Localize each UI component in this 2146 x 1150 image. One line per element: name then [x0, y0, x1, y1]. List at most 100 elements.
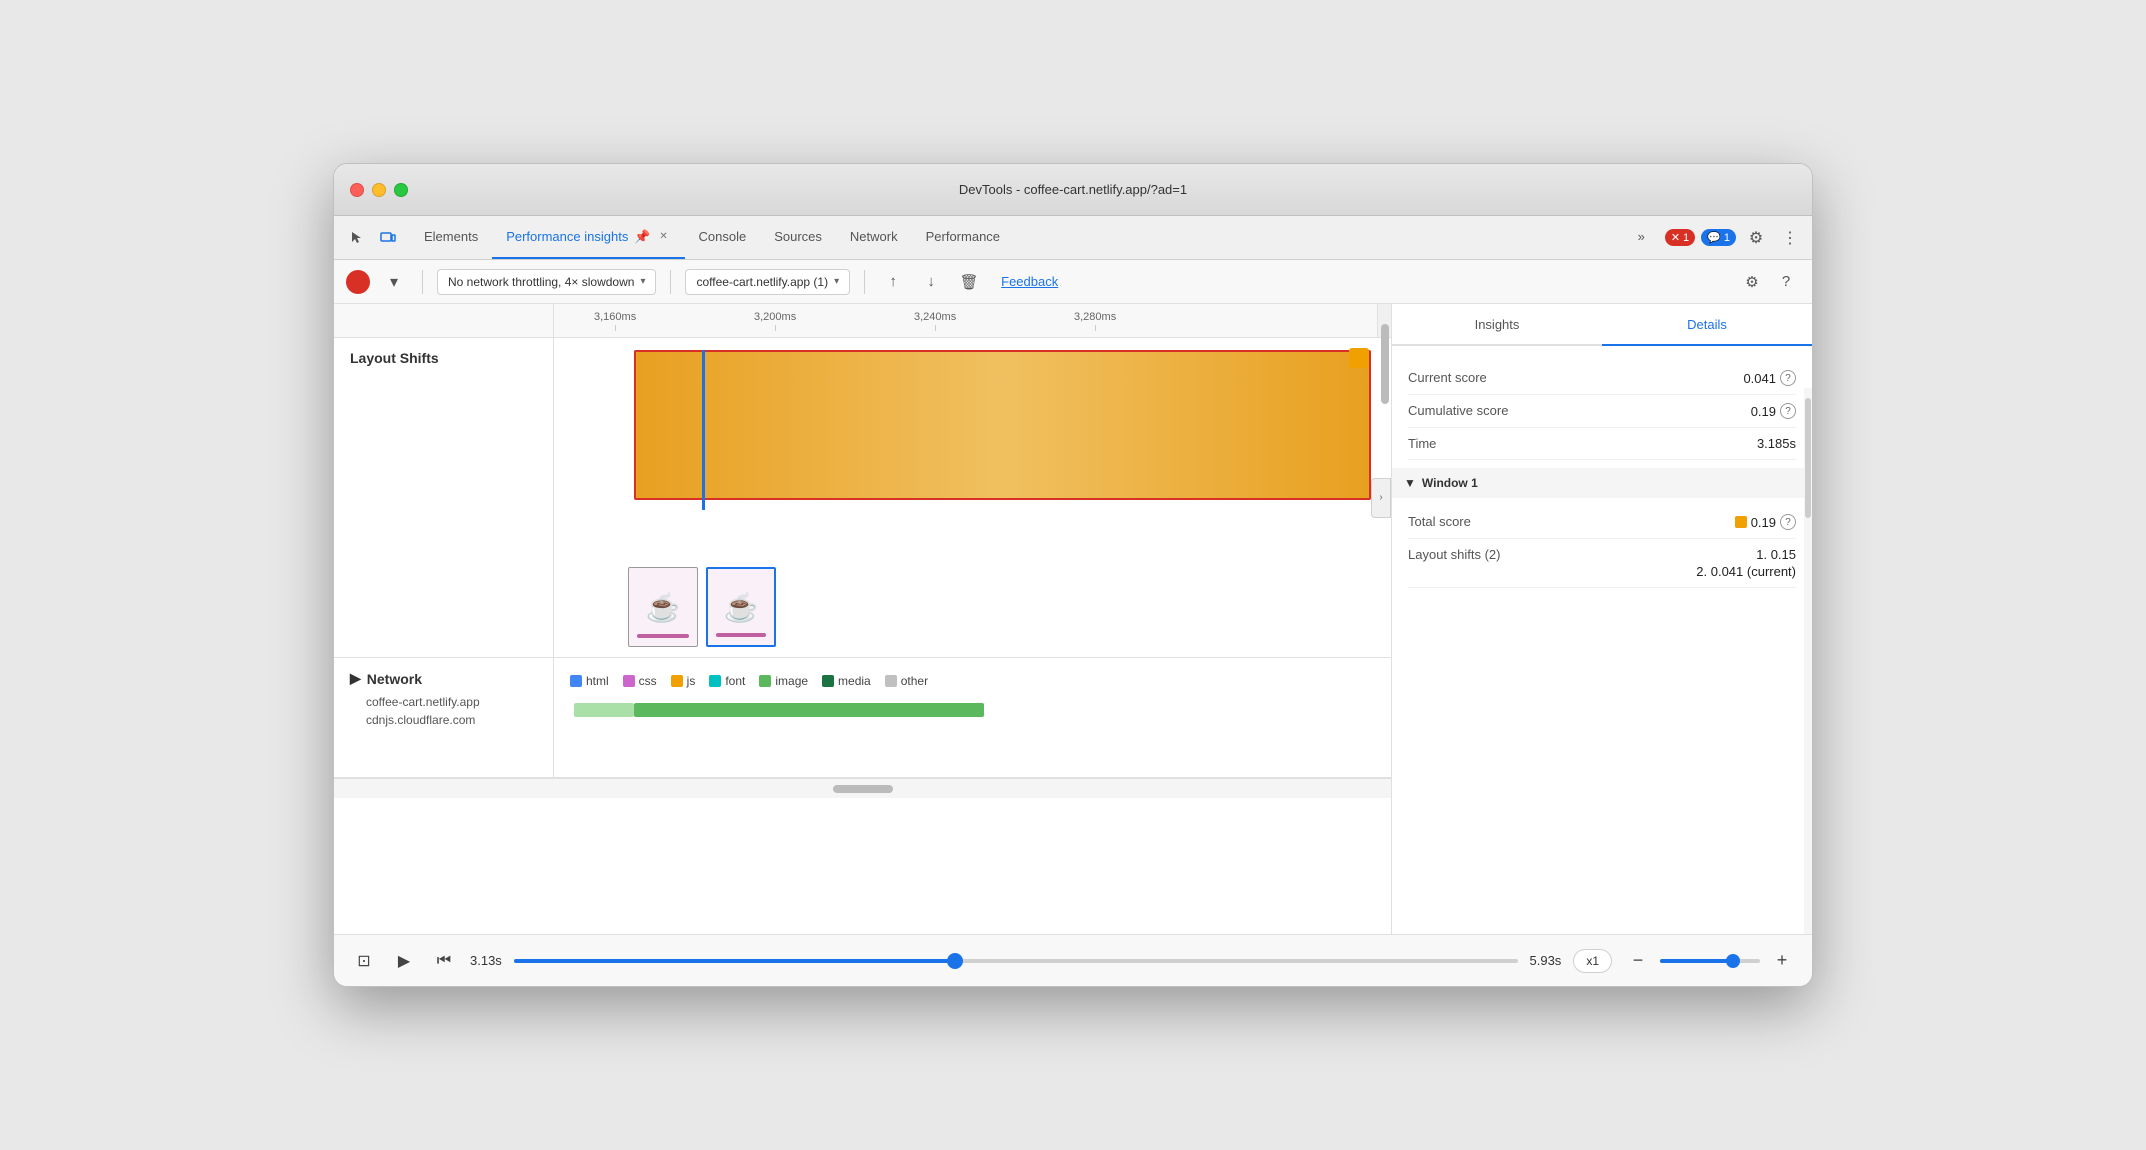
legend-html: html: [570, 674, 609, 688]
tab-network[interactable]: Network: [836, 216, 912, 259]
window-title: DevTools - coffee-cart.netlify.app/?ad=1: [959, 182, 1187, 197]
left-panel: 3,160ms 3,200ms 3,240ms 3,280ms: [334, 304, 1392, 934]
layout-shifts-row: Layout Shifts ☕: [334, 338, 1391, 658]
progress-bar[interactable]: [514, 959, 1518, 963]
right-panel-wrapper: Current score 0.041 ? Cumulative score 0…: [1392, 346, 1812, 934]
timeline-label-col: [334, 304, 554, 337]
cumulative-score-help[interactable]: ?: [1780, 403, 1796, 419]
expand-button[interactable]: ›: [1371, 478, 1391, 518]
total-score-row: Total score 0.19 ?: [1408, 506, 1796, 539]
right-panel-content: Current score 0.041 ? Cumulative score 0…: [1392, 346, 1812, 604]
progress-thumb[interactable]: [947, 953, 963, 969]
net-bar-main: [634, 703, 984, 717]
font-dot: [709, 675, 721, 687]
legend-media: media: [822, 674, 871, 688]
orange-square-icon: [1735, 516, 1747, 528]
layout-shifts-detail-value: 1. 0.15 2. 0.041 (current): [1696, 547, 1796, 579]
html-dot: [570, 675, 582, 687]
devtools-window: DevTools - coffee-cart.netlify.app/?ad=1…: [333, 163, 1813, 987]
separator-1: [422, 270, 423, 294]
url-1[interactable]: coffee-cart.netlify.app: [366, 695, 537, 709]
help-icon[interactable]: ?: [1772, 268, 1800, 296]
errors-badge[interactable]: ✕ 1: [1665, 229, 1695, 246]
more-options-icon[interactable]: ⋮: [1776, 224, 1804, 252]
layout-shifts-label: Layout Shifts: [334, 338, 554, 657]
zoom-in-icon[interactable]: +: [1768, 947, 1796, 975]
download-icon[interactable]: ↓: [917, 268, 945, 296]
right-panel-tabs: Insights Details: [1392, 304, 1812, 346]
thumbnail-2[interactable]: ☕: [706, 567, 776, 647]
vertical-scrollbar[interactable]: [1377, 304, 1391, 337]
network-content: html css js font: [554, 658, 1391, 777]
network-title[interactable]: ▶ Network: [350, 670, 537, 687]
chevron-down-icon-2: ▾: [834, 276, 839, 287]
speed-button[interactable]: x1: [1573, 949, 1612, 973]
toolbar: ▾ No network throttling, 4× slowdown ▾ c…: [334, 260, 1812, 304]
other-dot: [885, 675, 897, 687]
traffic-lights: [350, 183, 408, 197]
layout-shift-box[interactable]: [634, 350, 1371, 500]
current-score-help[interactable]: ?: [1780, 370, 1796, 386]
progress-fill: [514, 959, 956, 963]
time-label: Time: [1408, 436, 1436, 451]
total-score-help[interactable]: ?: [1780, 514, 1796, 530]
tick-1: 3,160ms: [594, 311, 636, 331]
close-tab-icon[interactable]: ✕: [657, 230, 671, 244]
screenshot-icon[interactable]: ⊡: [350, 947, 378, 975]
net-bar-leading: [574, 703, 634, 717]
timeline-header: 3,160ms 3,200ms 3,240ms 3,280ms: [334, 304, 1391, 338]
feedback-link[interactable]: Feedback: [1001, 274, 1058, 289]
url-2[interactable]: cdnjs.cloudflare.com: [366, 713, 537, 727]
upload-icon[interactable]: ↑: [879, 268, 907, 296]
settings-icon[interactable]: ⚙: [1742, 224, 1770, 252]
horizontal-scrollbar[interactable]: [334, 778, 1391, 798]
blue-time-marker: [702, 350, 705, 510]
media-dot: [822, 675, 834, 687]
legend-image: image: [759, 674, 808, 688]
throttling-dropdown[interactable]: No network throttling, 4× slowdown ▾: [437, 269, 656, 295]
device-icon[interactable]: [374, 224, 402, 252]
dropdown-arrow-icon[interactable]: ▾: [380, 268, 408, 296]
zoom-out-icon[interactable]: −: [1624, 947, 1652, 975]
skip-back-icon[interactable]: ⏮: [430, 947, 458, 975]
zoom-thumb[interactable]: [1726, 954, 1740, 968]
delete-icon[interactable]: 🗑: [955, 268, 983, 296]
gear-icon[interactable]: ⚙: [1738, 268, 1766, 296]
maximize-button[interactable]: [394, 183, 408, 197]
minimize-button[interactable]: [372, 183, 386, 197]
tab-insights[interactable]: Insights: [1392, 304, 1602, 346]
tab-console[interactable]: Console: [685, 216, 761, 259]
h-scroll-thumb[interactable]: [833, 785, 893, 793]
window-1-header[interactable]: ▼ Window 1: [1392, 468, 1812, 498]
current-score-row: Current score 0.041 ?: [1408, 362, 1796, 395]
zoom-slider[interactable]: [1660, 959, 1760, 963]
tab-sources[interactable]: Sources: [760, 216, 836, 259]
layout-shifts-content[interactable]: ☕ ☕ ›: [554, 338, 1391, 657]
zoom-container: − +: [1624, 947, 1796, 975]
right-scroll-thumb[interactable]: [1805, 398, 1811, 518]
info-badge[interactable]: 💬 1: [1701, 229, 1736, 246]
network-urls: coffee-cart.netlify.app cdnjs.cloudflare…: [350, 695, 537, 727]
thumbnail-1[interactable]: ☕: [628, 567, 698, 647]
layout-shifts-detail-row: Layout shifts (2) 1. 0.15 2. 0.041 (curr…: [1408, 539, 1796, 588]
tab-details[interactable]: Details: [1602, 304, 1812, 346]
thumb-line-1: [637, 634, 689, 638]
time-end: 5.93s: [1530, 953, 1562, 968]
cursor-icon[interactable]: [342, 224, 370, 252]
play-button[interactable]: ▶: [390, 947, 418, 975]
tab-bar: Elements Performance insights 📌 ✕ Consol…: [334, 216, 1812, 260]
record-button[interactable]: [346, 270, 370, 294]
profile-dropdown[interactable]: coffee-cart.netlify.app (1) ▾: [685, 269, 850, 295]
legend-js: js: [671, 674, 696, 688]
close-button[interactable]: [350, 183, 364, 197]
right-scrollbar[interactable]: [1804, 388, 1812, 934]
image-dot: [759, 675, 771, 687]
thumb-icon-2: ☕: [724, 591, 759, 624]
pin-icon: 📌: [634, 229, 650, 245]
thumb-icon-1: ☕: [646, 591, 681, 624]
tab-performance-insights[interactable]: Performance insights 📌 ✕: [492, 216, 684, 259]
current-score-value: 0.041 ?: [1743, 370, 1796, 386]
more-tabs-button[interactable]: »: [1624, 216, 1659, 259]
tab-performance[interactable]: Performance: [912, 216, 1014, 259]
tab-elements[interactable]: Elements: [410, 216, 492, 259]
